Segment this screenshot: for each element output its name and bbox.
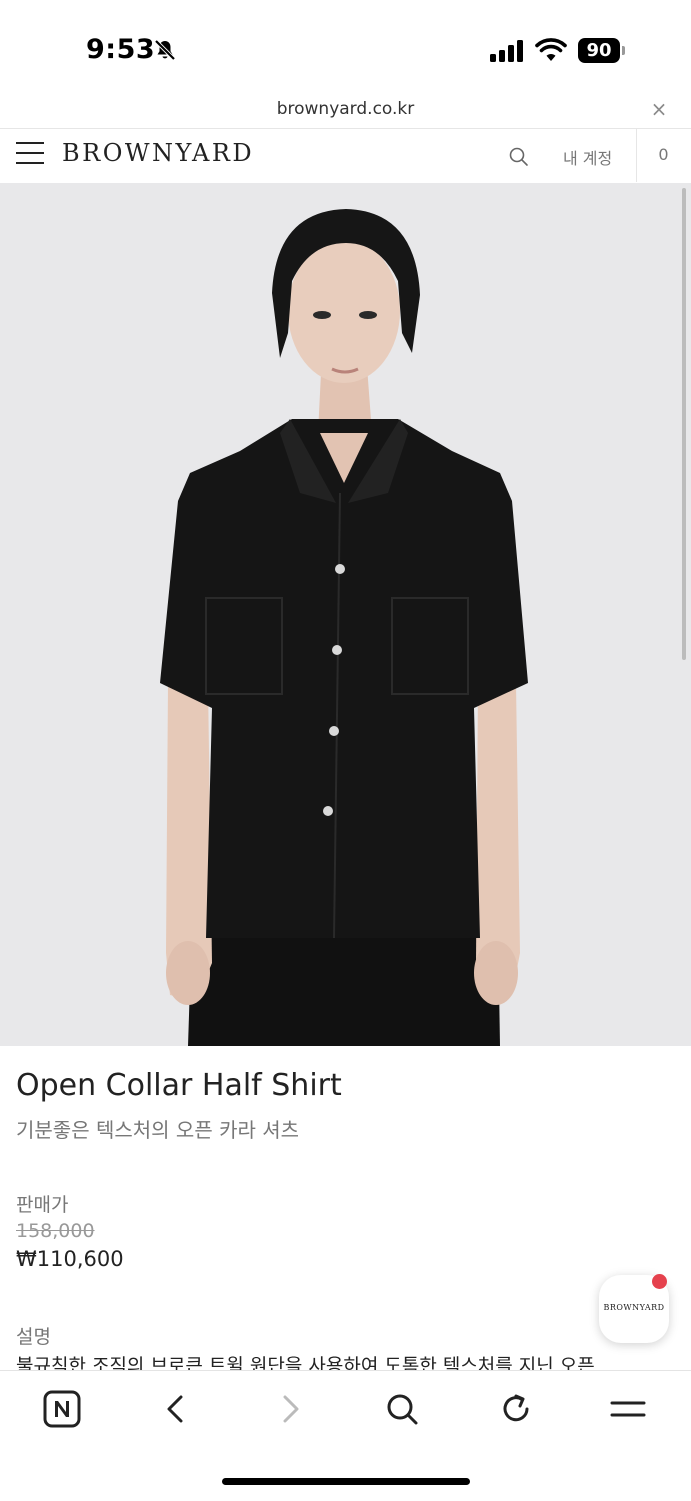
description-text: 불규칙한 조직의 브로큰 트윌 원단을 사용하여 도톰한 텍스처를 지닌 오픈: [16, 1355, 595, 1371]
reload-icon[interactable]: [496, 1389, 536, 1429]
sale-price: ₩110,600: [16, 1247, 124, 1271]
menu-icon[interactable]: [16, 142, 44, 166]
cart-count[interactable]: 0: [636, 145, 691, 164]
description-label: 설명: [16, 1326, 51, 1348]
product-subtitle: 기분좋은 텍스처의 오픈 카라 셔츠: [16, 1118, 300, 1142]
wifi-icon: [535, 38, 567, 61]
url-bar[interactable]: brownyard.co.kr: [0, 96, 691, 126]
account-link[interactable]: 내 계정: [563, 145, 612, 169]
close-icon[interactable]: ×: [648, 96, 670, 122]
search-icon[interactable]: [382, 1389, 422, 1429]
page-scrollbar[interactable]: [682, 188, 686, 660]
home-indicator[interactable]: [222, 1478, 470, 1485]
product-name: Open Collar Half Shirt: [16, 1068, 342, 1103]
battery-icon: 90: [578, 38, 626, 63]
site-logo[interactable]: BROWNYARD: [62, 139, 254, 167]
notification-badge: [652, 1274, 667, 1289]
back-icon[interactable]: [156, 1389, 196, 1429]
bell-slash-icon: [154, 39, 176, 61]
price-label: 판매가: [16, 1194, 69, 1216]
product-photo: [0, 183, 691, 1046]
status-time: 9:53: [86, 34, 156, 65]
search-icon[interactable]: [508, 146, 530, 168]
battery-level: 90: [578, 38, 620, 63]
product-image[interactable]: [0, 183, 691, 1046]
naver-home-icon[interactable]: [42, 1389, 82, 1429]
forward-icon[interactable]: [270, 1389, 310, 1429]
signal-icon: [490, 40, 523, 62]
menu-icon[interactable]: [608, 1389, 648, 1429]
original-price: 158,000: [16, 1220, 95, 1242]
